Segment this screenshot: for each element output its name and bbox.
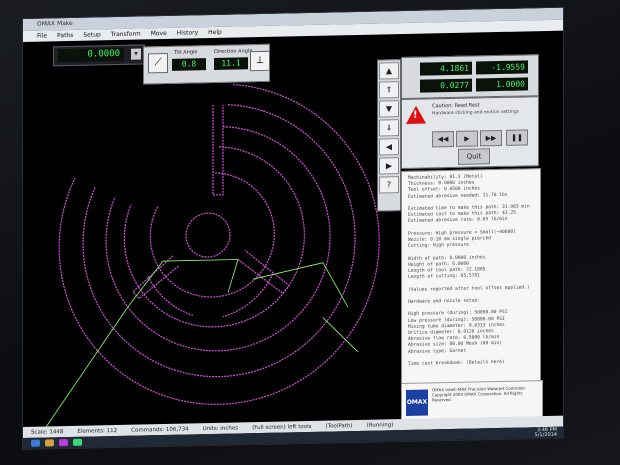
menu-paths[interactable]: Paths	[57, 32, 73, 39]
lead-line-4	[227, 259, 239, 293]
ring-path-2	[149, 172, 275, 298]
status-scale: Scale: 1448	[31, 428, 64, 436]
move-right-button[interactable]: ▶	[379, 157, 399, 175]
position-y: -1.9559	[476, 60, 528, 75]
caution-label: Caution: Read Rest	[432, 102, 480, 110]
clock: 3:46 PM 5/1/2014	[534, 427, 557, 439]
menu-move[interactable]: Move	[151, 30, 167, 37]
monitor-bezel: OMAX Make File Paths Setup Transform Mov…	[0, 0, 620, 465]
readout-dropdown-button[interactable]: ▾	[131, 48, 141, 60]
path-info-panel: Machinability: 91.3 (Metal) Thickness: 0.…	[401, 168, 541, 412]
move-down-button[interactable]: ▼	[379, 100, 399, 118]
folder-icon[interactable]	[45, 439, 54, 447]
nav-column: ▲ ⇑ ▼ ⇓ ◀ ▶ ?	[377, 59, 401, 212]
lead-line-6	[322, 262, 349, 308]
warning-text: Hardware sticking and motion settings	[432, 109, 520, 117]
direction-angle-label: Direction Angle	[214, 48, 253, 55]
quit-button[interactable]: Quit	[458, 148, 490, 165]
app-icon-2[interactable]	[73, 438, 82, 446]
control-panel: ! Caution: Read Rest Hardware sticking a…	[401, 96, 539, 170]
ring-path-4	[105, 126, 331, 352]
menu-file[interactable]: File	[37, 32, 47, 39]
position-panel: 4.1861 -1.9559 0.0277 1.0000	[401, 54, 539, 100]
position-row2-y: 1.0000	[476, 77, 528, 92]
move-down-fast-button[interactable]: ⇓	[379, 119, 399, 137]
status-tools: (Full screen) left tools	[252, 423, 312, 431]
spoke-top	[212, 104, 224, 196]
move-up-fast-button[interactable]: ⇑	[379, 81, 399, 99]
rewind-button[interactable]: ◀◀	[432, 130, 454, 148]
info-line: Time cost breakdown: (Details here)	[408, 359, 505, 368]
screen: OMAX Make File Paths Setup Transform Mov…	[22, 6, 564, 450]
status-units: Units: inches	[202, 424, 239, 432]
app-icon[interactable]	[59, 439, 68, 447]
spoke-right	[237, 249, 290, 295]
status-running: (Running)	[366, 421, 394, 429]
menu-help[interactable]: Help	[208, 29, 222, 36]
lead-line-3	[163, 259, 238, 262]
move-up-button[interactable]: ▲	[379, 62, 399, 80]
copyright-text: OMAX Intelli-MAX Precision Waterjet Cont…	[432, 385, 527, 403]
status-elements: Elements: 112	[77, 427, 118, 435]
position-row2-x: 0.0277	[420, 78, 472, 93]
clock-date: 5/1/2014	[534, 431, 557, 439]
center-ring	[185, 212, 231, 258]
menu-history[interactable]: History	[177, 29, 198, 36]
ring-path-3	[123, 146, 305, 328]
status-toolpath: (ToolPath)	[325, 422, 353, 430]
status-commands: Commands: 106,734	[131, 426, 189, 434]
position-x: 4.1861	[420, 61, 472, 76]
pause-button[interactable]: ❚❚	[506, 129, 528, 146]
toolpath-canvas[interactable]	[23, 61, 401, 449]
move-left-button[interactable]: ◀	[379, 138, 399, 156]
fast-forward-button[interactable]: ▶▶	[480, 129, 502, 147]
tilt-angle-label: Tilt Angle	[174, 49, 198, 56]
lead-line-7	[322, 317, 359, 353]
position-readout: 0.0000 ▾	[53, 44, 145, 67]
menu-setup[interactable]: Setup	[83, 31, 100, 38]
readout-value: 0.0000	[58, 47, 124, 63]
help-icon[interactable]: ?	[379, 176, 399, 194]
omax-logo: OMAX	[406, 389, 428, 416]
begin-button[interactable]: ▶	[456, 130, 478, 147]
ring-path-6	[58, 83, 380, 405]
start-icon[interactable]	[31, 439, 40, 447]
ring-path-5	[82, 104, 356, 378]
menu-transform[interactable]: Transform	[111, 31, 141, 39]
